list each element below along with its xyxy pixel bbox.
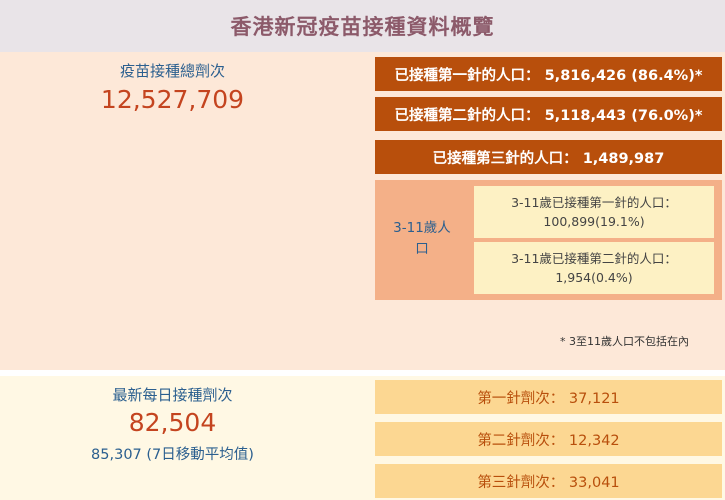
children-first-dose-box: 3-11歲已接種第一針的人口： 100,899(19.1%) [474,186,714,238]
children-second-dose-label: 3-11歲已接種第二針的人口： [511,251,677,266]
page-title: 香港新冠疫苗接種資料概覽 [230,15,495,39]
daily-doses-value: 82,504 [128,408,217,437]
total-doses-label: 疫苗接種總劑次 [119,62,225,80]
children-age-label: 3-11歲人口 [393,220,451,257]
daily-moving-average: 85,307 (7日移動平均值) [91,447,254,463]
second-dose-population-bar: 已接種第二針的人口： 5,118,443 (76.0%)* [375,97,722,131]
footnote: * 3至11歲人口不包括在內 [560,335,689,348]
daily-second-dose-bar: 第二針劑次： 12,342 [375,422,722,456]
page-header: 香港新冠疫苗接種資料概覽 [0,0,725,52]
children-first-dose-value: 100,899(19.1%) [543,214,645,229]
daily-first-dose-bar: 第一針劑次： 37,121 [375,380,722,414]
children-second-dose-box: 3-11歲已接種第二針的人口： 1,954(0.4%) [474,242,714,294]
first-dose-population-bar: 已接種第一針的人口： 5,816,426 (86.4%)* [375,57,722,91]
total-doses-value: 12,527,709 [100,85,245,114]
children-first-dose-label: 3-11歲已接種第一針的人口： [511,195,677,210]
daily-third-dose-bar: 第三針劑次： 33,041 [375,464,722,498]
third-dose-population-bar: 已接種第三針的人口： 1,489,987 [375,140,722,174]
children-second-dose-value: 1,954(0.4%) [555,270,633,285]
daily-doses-label: 最新每日接種劑次 [112,386,233,404]
